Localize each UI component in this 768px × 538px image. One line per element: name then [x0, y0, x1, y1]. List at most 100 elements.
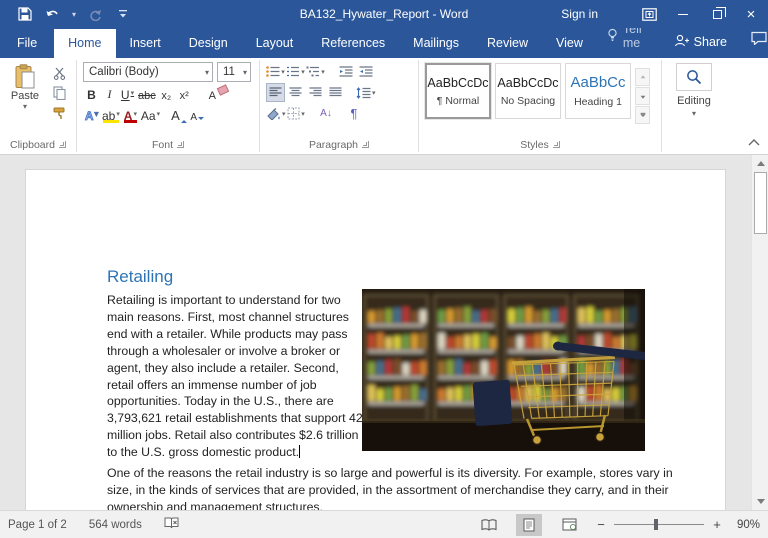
scroll-down-icon[interactable]: [753, 494, 768, 509]
share-person-icon: [674, 34, 689, 50]
title-bar: ▾ BA132_Hywater_Report - Word Sign in ×: [0, 0, 768, 28]
justify-button[interactable]: [326, 83, 345, 102]
minimize-button[interactable]: [666, 0, 700, 28]
tab-file[interactable]: File: [0, 29, 54, 58]
borders-button[interactable]: ▾: [287, 104, 306, 123]
zoom-out-button[interactable]: −: [596, 517, 606, 532]
grow-font-button[interactable]: A: [170, 105, 188, 124]
redo-icon-disabled: [86, 6, 104, 22]
tab-view[interactable]: View: [542, 29, 597, 58]
tab-insert[interactable]: Insert: [116, 29, 175, 58]
undo-dropdown-icon[interactable]: ▾: [72, 10, 76, 19]
copy-icon[interactable]: [50, 85, 68, 101]
paste-dropdown-icon[interactable]: ▾: [23, 102, 27, 111]
tab-review[interactable]: Review: [473, 29, 542, 58]
clipboard-dialog-launcher[interactable]: [59, 141, 66, 148]
text-cursor: [299, 445, 300, 458]
paragraph-group: ▾ ▾ ▾: [260, 58, 418, 154]
font-dialog-launcher[interactable]: [177, 141, 184, 148]
font-size-combo[interactable]: 11▾: [217, 62, 251, 82]
doc-heading: Retailing: [107, 267, 173, 287]
styles-scroll-up-icon[interactable]: [635, 68, 650, 86]
titlebar-right: Sign in ×: [561, 0, 768, 28]
multilevel-list-button[interactable]: ▾: [306, 62, 325, 81]
bullets-button[interactable]: ▾: [266, 62, 285, 81]
scroll-up-icon[interactable]: [753, 156, 768, 171]
styles-more-icon[interactable]: [635, 106, 650, 124]
numbering-button[interactable]: ▾: [286, 62, 305, 81]
print-layout-button[interactable]: [516, 514, 542, 536]
paragraph-dialog-launcher[interactable]: [362, 141, 369, 148]
page-indicator[interactable]: Page 1 of 2: [8, 519, 67, 531]
tab-mailings[interactable]: Mailings: [399, 29, 473, 58]
increase-indent-button[interactable]: [356, 62, 375, 81]
align-center-button[interactable]: [286, 83, 305, 102]
superscript-button[interactable]: x²: [176, 84, 193, 103]
shading-button[interactable]: ▾: [266, 104, 286, 123]
subscript-button[interactable]: x₂: [158, 84, 175, 103]
style-normal[interactable]: AaBbCcDc ¶ Normal: [425, 63, 491, 119]
tab-design[interactable]: Design: [175, 29, 242, 58]
zoom-slider[interactable]: [614, 524, 704, 525]
restore-button[interactable]: [700, 0, 734, 28]
grocery-cart-image[interactable]: [362, 289, 645, 451]
cut-icon[interactable]: [50, 65, 68, 81]
format-painter-icon[interactable]: [50, 105, 68, 121]
text-effects-button[interactable]: A▾: [83, 105, 100, 124]
align-right-button[interactable]: [306, 83, 325, 102]
show-hide-marks-button[interactable]: ¶: [345, 104, 364, 123]
save-icon[interactable]: [16, 6, 34, 22]
styles-group-label: Styles: [419, 137, 661, 154]
editing-button[interactable]: Editing ▾: [662, 58, 726, 154]
close-button[interactable]: ×: [734, 0, 768, 28]
word-count[interactable]: 564 words: [89, 519, 142, 531]
comments-icon[interactable]: [737, 24, 768, 58]
highlight-button[interactable]: ab▾: [101, 105, 121, 124]
styles-group: AaBbCcDc ¶ Normal AaBbCcDc No Spacing Aa…: [419, 58, 661, 154]
doc-paragraph-2: One of the reasons the retail industry i…: [107, 465, 673, 510]
vertical-scrollbar[interactable]: [751, 155, 768, 510]
ribbon-display-options-icon[interactable]: [632, 0, 666, 28]
line-spacing-button[interactable]: ▾: [356, 83, 376, 102]
scrollbar-thumb[interactable]: [754, 172, 767, 234]
font-name-combo[interactable]: Calibri (Body)▾: [83, 62, 213, 82]
style-heading-1[interactable]: AaBbCc Heading 1: [565, 63, 631, 119]
styles-dialog-launcher[interactable]: [553, 141, 560, 148]
tab-references[interactable]: References: [307, 29, 399, 58]
bold-button[interactable]: B: [83, 84, 100, 103]
align-left-button[interactable]: [266, 83, 285, 102]
undo-icon[interactable]: [44, 6, 62, 22]
shrink-font-button[interactable]: A: [189, 105, 206, 124]
sort-button[interactable]: A↓: [317, 104, 336, 123]
read-mode-button[interactable]: [476, 514, 502, 536]
collapse-ribbon-icon[interactable]: [748, 133, 760, 151]
clipboard-group: Paste ▾ Clipboard: [0, 58, 76, 154]
style-no-spacing[interactable]: AaBbCcDc No Spacing: [495, 63, 561, 119]
italic-button[interactable]: I: [101, 84, 118, 103]
web-layout-button[interactable]: [556, 514, 582, 536]
customize-quick-access-icon[interactable]: [114, 6, 132, 22]
sign-in-button[interactable]: Sign in: [561, 7, 598, 21]
editing-group: Editing ▾: [662, 58, 726, 154]
ribbon-tabs: File Home Insert Design Layout Reference…: [0, 28, 768, 58]
clear-formatting-button[interactable]: A: [204, 84, 221, 103]
document-page[interactable]: Retailing Retailing is important to unde…: [25, 169, 726, 510]
share-button[interactable]: Share: [664, 27, 737, 58]
font-group-label: Font: [77, 137, 259, 154]
tab-layout[interactable]: Layout: [242, 29, 308, 58]
proofing-errors-icon[interactable]: [164, 516, 179, 533]
find-icon: [686, 69, 702, 85]
word-window: ▾ BA132_Hywater_Report - Word Sign in × …: [0, 0, 768, 538]
tab-home[interactable]: Home: [54, 29, 115, 58]
strikethrough-button[interactable]: abc: [137, 84, 157, 103]
zoom-in-button[interactable]: +: [712, 517, 722, 532]
paste-label: Paste: [11, 90, 39, 102]
zoom-slider-handle[interactable]: [654, 519, 658, 530]
styles-scroll-down-icon[interactable]: [635, 87, 650, 105]
zoom-percentage[interactable]: 90%: [730, 519, 760, 531]
paste-button[interactable]: Paste ▾: [4, 62, 46, 137]
decrease-indent-button[interactable]: [336, 62, 355, 81]
change-case-button[interactable]: Aa▾: [140, 105, 161, 124]
font-color-button[interactable]: A▾: [122, 105, 139, 124]
underline-button[interactable]: U▾: [119, 84, 136, 103]
